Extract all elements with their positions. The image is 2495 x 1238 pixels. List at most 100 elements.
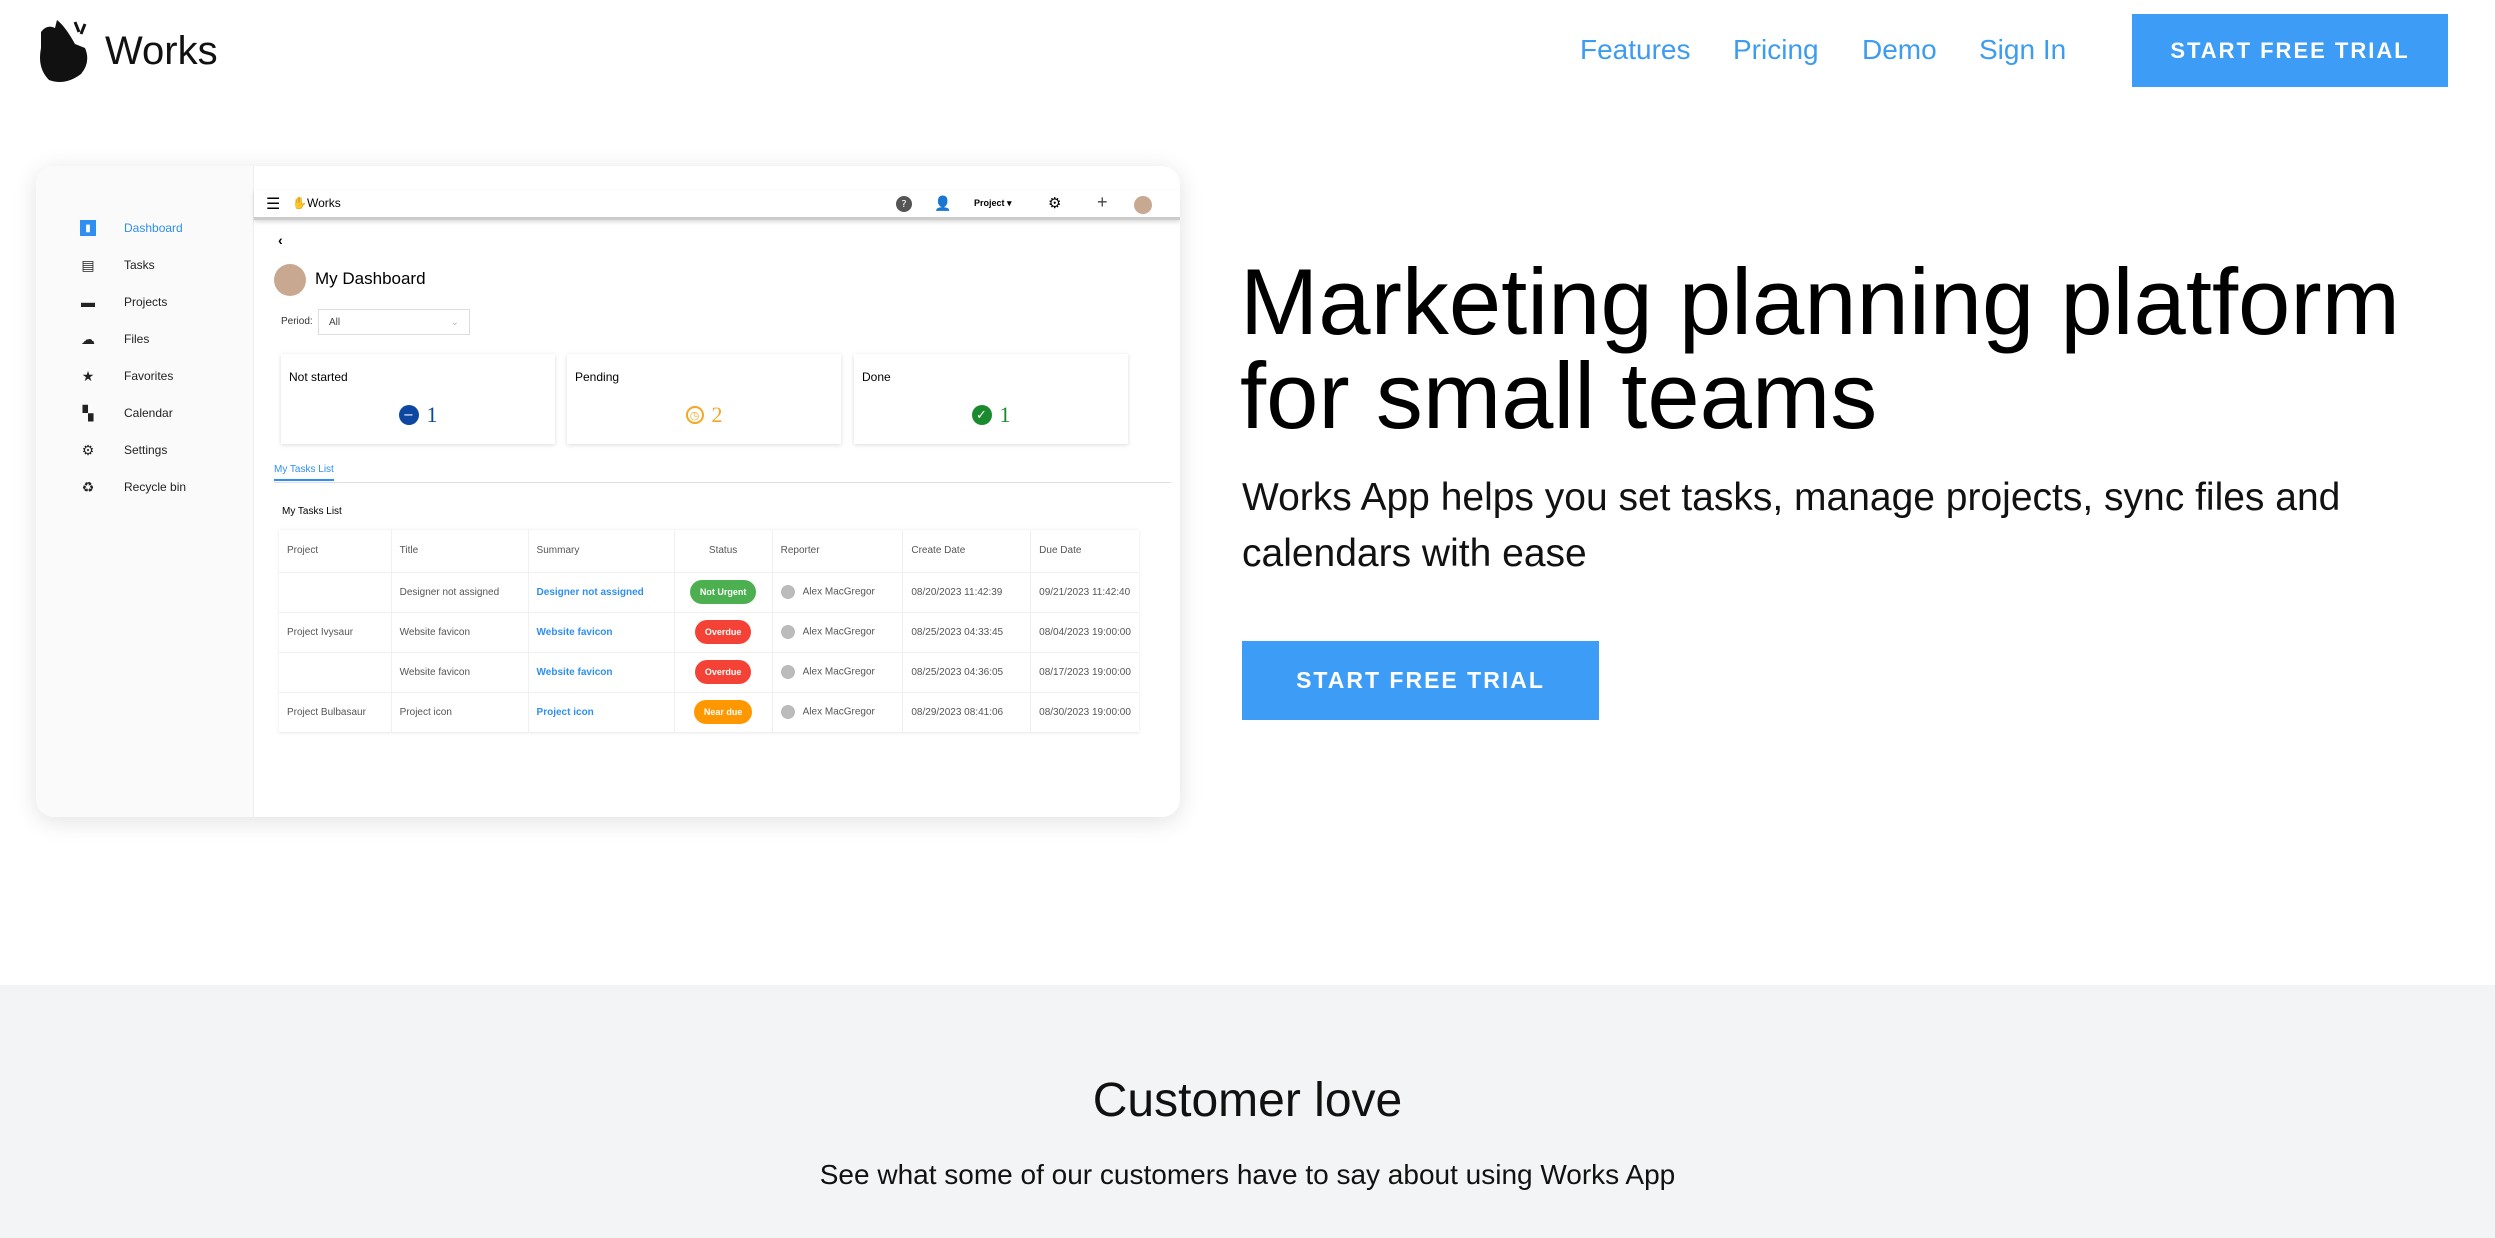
nav-sign-in[interactable]: Sign In	[1979, 34, 2066, 66]
cell-title: Website favicon	[391, 612, 529, 653]
column-header: Status	[674, 530, 773, 573]
clock-icon: ◷	[685, 406, 704, 424]
hamburger-menu-icon[interactable]: ☰	[266, 194, 280, 214]
reporter-avatar	[780, 705, 795, 719]
profile-avatar	[274, 264, 306, 296]
customer-love-subtitle: See what some of our customers have to s…	[819, 1159, 1676, 1190]
sidebar-item-favorites[interactable]: ★ Favorites	[80, 367, 174, 384]
check-circle-icon: ✓	[971, 405, 992, 425]
cell-summary[interactable]: Project icon	[528, 692, 675, 733]
hero-start-trial-button[interactable]: START FREE TRIAL	[1242, 641, 1599, 720]
help-icon[interactable]: ?	[896, 196, 912, 212]
cell-reporter: Alex MacGregor	[772, 572, 904, 613]
column-header: Reporter	[772, 530, 904, 573]
sidebar-item-projects[interactable]: ▬ Projects	[80, 294, 167, 310]
cell-reporter: Alex MacGregor	[772, 612, 904, 653]
project-dropdown[interactable]: Project ▾	[974, 198, 1012, 209]
status-badge: Not Urgent	[689, 580, 757, 604]
projects-icon: ▬	[81, 294, 95, 310]
cell-project	[279, 572, 392, 613]
nav-pricing[interactable]: Pricing	[1733, 34, 1819, 66]
column-header: Due Date	[1030, 530, 1139, 573]
table-header: Project Title Summary Status Reporter Create …	[279, 530, 1139, 573]
cell-status: Not Urgent	[674, 572, 773, 613]
cell-summary[interactable]: Website favicon	[528, 652, 675, 693]
nav-demo[interactable]: Demo	[1862, 34, 1937, 66]
column-header: Summary	[528, 530, 675, 573]
bar-chart-icon: ▮	[80, 220, 96, 236]
back-chevron-icon[interactable]: ‹	[278, 232, 283, 248]
cell-due-date: 08/30/2023 19:00:00	[1030, 692, 1139, 733]
sidebar-item-calendar[interactable]: ▚ Calendar	[80, 405, 173, 421]
reporter-avatar	[780, 585, 795, 599]
table-row[interactable]: Designer not assigned Designer not assign…	[279, 572, 1139, 613]
app-sidebar: ▮ Dashboard ▤ Tasks ▬ Projects ☁ Files ★ Favo…	[36, 166, 254, 817]
cell-title: Website favicon	[391, 652, 529, 693]
cell-due-date: 08/04/2023 19:00:00	[1030, 612, 1139, 653]
cell-status: Overdue	[674, 652, 773, 693]
logo[interactable]: Works	[35, 18, 218, 84]
cell-create-date: 08/25/2023 04:36:05	[902, 652, 1032, 693]
tab-my-tasks-list[interactable]: My Tasks List	[274, 464, 334, 481]
add-user-icon[interactable]: 👤	[934, 195, 951, 212]
cell-status: Near due	[674, 692, 773, 733]
cell-due-date: 09/21/2023 11:42:40	[1030, 572, 1139, 613]
status-badge: Overdue	[694, 620, 752, 644]
cell-reporter: Alex MacGregor	[772, 692, 904, 733]
cell-due-date: 08/17/2023 19:00:00	[1030, 652, 1139, 693]
recycle-icon: ♻	[81, 478, 95, 495]
hero-title: Marketing planning platform for small te…	[1240, 249, 2400, 448]
sidebar-item-recycle-bin[interactable]: ♻ Recycle bin	[80, 479, 186, 495]
cell-reporter: Alex MacGregor	[772, 652, 904, 693]
settings-gear-icon[interactable]: ⚙	[1048, 194, 1061, 212]
cell-summary[interactable]: Designer not assigned	[528, 572, 675, 613]
sidebar-item-tasks[interactable]: ▤ Tasks	[80, 256, 154, 273]
gear-icon: ⚙	[81, 441, 95, 458]
table-row[interactable]: Website favicon Website favicon Overdue Ale…	[279, 652, 1139, 693]
cell-title: Designer not assigned	[391, 572, 529, 613]
chevron-down-icon: ⌄	[450, 317, 459, 328]
minus-circle-icon: −	[398, 405, 419, 425]
sidebar-item-settings[interactable]: ⚙ Settings	[80, 441, 168, 458]
calendar-icon: ▚	[82, 404, 94, 421]
period-label: Period:	[281, 316, 313, 327]
brand-name: Works	[105, 28, 218, 73]
nav-features[interactable]: Features	[1580, 34, 1691, 66]
column-header: Create Date	[902, 530, 1032, 573]
cell-project: Project Bulbasaur	[279, 692, 392, 733]
status-badge: Overdue	[694, 660, 752, 684]
section-title: My Tasks List	[282, 506, 342, 517]
sidebar-item-dashboard[interactable]: ▮ Dashboard	[80, 220, 183, 236]
sidebar-item-files[interactable]: ☁ Files	[80, 331, 149, 347]
tasks-icon: ▤	[81, 256, 95, 273]
reporter-avatar	[780, 665, 795, 679]
period-select[interactable]: All ⌄	[318, 309, 470, 335]
cell-create-date: 08/25/2023 04:33:45	[902, 612, 1032, 653]
customer-love-section: Customer love See what some of our custo…	[0, 985, 2495, 1238]
app-logo: ✋Works	[292, 196, 341, 210]
cloud-icon: ☁	[81, 330, 95, 347]
plus-icon[interactable]: +	[1097, 192, 1108, 213]
tab-divider	[274, 482, 1171, 483]
cell-create-date: 08/29/2023 08:41:06	[902, 692, 1032, 733]
table-row[interactable]: Project Bulbasaur Project icon Project ico…	[279, 692, 1139, 733]
reporter-avatar	[780, 625, 795, 639]
column-header: Project	[279, 530, 392, 573]
app-screenshot: ▮ Dashboard ▤ Tasks ▬ Projects ☁ Files ★ Favo…	[36, 166, 1180, 817]
app-topbar: ☰ ✋Works ? 👤 Project ▾ ⚙ +	[254, 190, 1180, 220]
cell-project	[279, 652, 392, 693]
cell-project: Project Ivysaur	[279, 612, 392, 653]
card-not-started: Not started −1	[281, 354, 555, 444]
hero-subtitle: Works App helps you set tasks, manage pr…	[1242, 476, 2341, 575]
cell-summary[interactable]: Website favicon	[528, 612, 675, 653]
cell-status: Overdue	[674, 612, 773, 653]
star-icon: ★	[81, 367, 95, 384]
cell-create-date: 08/20/2023 11:42:39	[902, 572, 1032, 613]
nav-start-trial-button[interactable]: START FREE TRIAL	[2132, 14, 2448, 87]
customer-love-title: Customer love	[1092, 1074, 1403, 1127]
column-header: Title	[391, 530, 529, 573]
status-badge: Near due	[693, 700, 753, 724]
user-avatar[interactable]	[1134, 196, 1152, 214]
table-row[interactable]: Project Ivysaur Website favicon Website fa…	[279, 612, 1139, 653]
hand-logo-icon	[40, 20, 88, 82]
